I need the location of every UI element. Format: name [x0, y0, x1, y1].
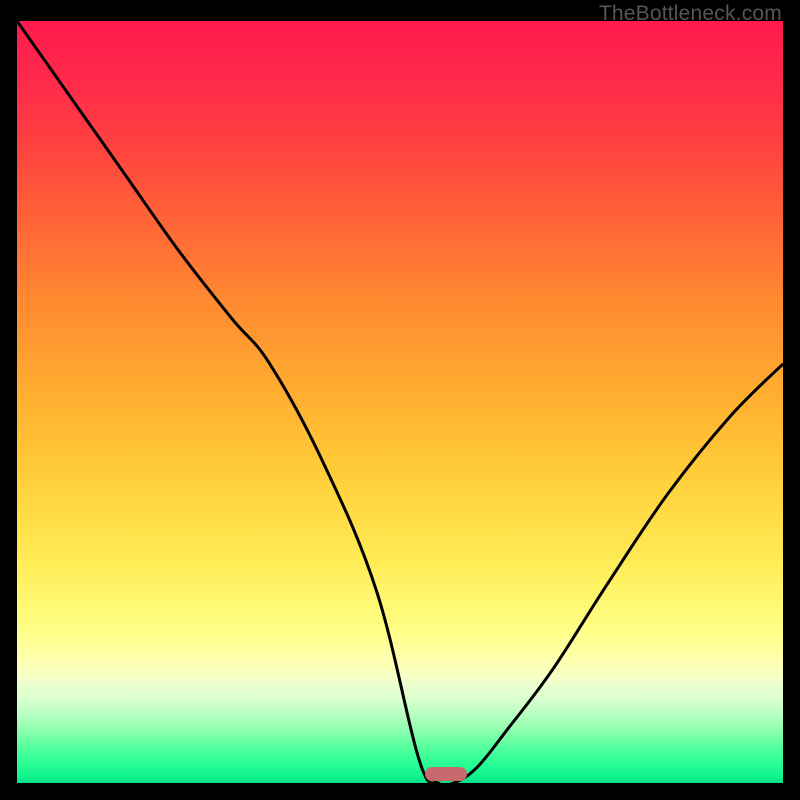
chart-frame [17, 21, 783, 783]
optimal-range-marker [425, 767, 467, 781]
watermark-text: TheBottleneck.com [599, 2, 782, 26]
bottleneck-curve-path [17, 21, 783, 783]
bottleneck-curve [17, 21, 783, 783]
